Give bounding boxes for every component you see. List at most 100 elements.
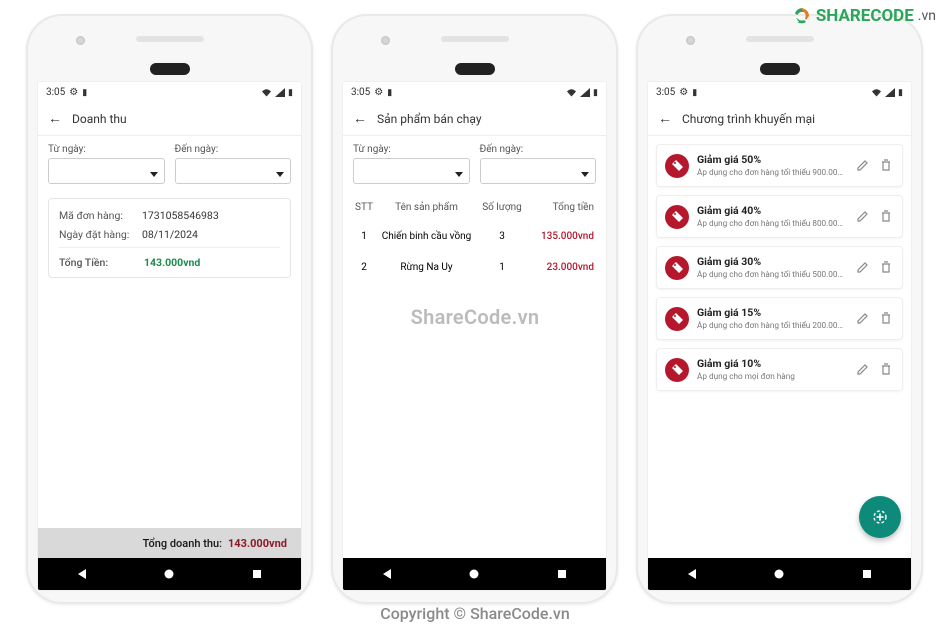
add-promo-fab[interactable] xyxy=(859,496,901,538)
nav-back-icon[interactable] xyxy=(381,568,393,580)
cell-qty: 1 xyxy=(476,262,528,273)
gear-icon xyxy=(679,87,688,98)
promo-item[interactable]: Giảm giá 15% Áp dụng cho đơn hàng tối th… xyxy=(656,297,903,340)
promo-list: Giảm giá 50% Áp dụng cho đơn hàng tối th… xyxy=(648,140,911,399)
cell-stt: 2 xyxy=(351,262,377,273)
edit-icon[interactable] xyxy=(854,209,870,225)
promo-subtitle: Áp dụng cho mọi đơn hàng xyxy=(697,372,846,382)
edit-icon[interactable] xyxy=(854,260,870,276)
to-date-label: Đến ngày: xyxy=(480,144,597,155)
nav-recent-icon[interactable] xyxy=(556,568,568,580)
gear-icon xyxy=(374,87,383,98)
cell-total: 135.000vnd xyxy=(528,231,598,242)
status-time: 3:05 xyxy=(351,87,370,98)
earpiece xyxy=(150,63,190,75)
back-icon[interactable]: ← xyxy=(353,112,367,126)
to-date-dropdown[interactable] xyxy=(175,158,292,184)
order-code-label: Mã đơn hàng: xyxy=(59,209,134,222)
tag-icon xyxy=(665,256,689,280)
delete-icon[interactable] xyxy=(878,260,894,276)
to-date-dropdown[interactable] xyxy=(480,158,597,184)
speaker-slit xyxy=(441,36,509,42)
status-time: 3:05 xyxy=(656,87,675,98)
total-revenue-value: 143.000vnd xyxy=(228,537,287,550)
chevron-down-icon xyxy=(276,162,284,181)
promo-subtitle: Áp dụng cho đơn hàng tối thiểu 500.000vn… xyxy=(697,270,846,280)
android-navbar xyxy=(648,558,911,590)
col-total: Tổng tiền xyxy=(528,202,598,213)
promo-title: Giảm giá 15% xyxy=(697,306,846,319)
page-title: Doanh thu xyxy=(72,112,127,126)
battery-small-icon xyxy=(692,87,697,98)
android-navbar xyxy=(38,558,301,590)
promo-item[interactable]: Giảm giá 30% Áp dụng cho đơn hàng tối th… xyxy=(656,246,903,289)
brand-name: SHARECODE xyxy=(816,6,914,26)
brand-suffix: .vn xyxy=(918,8,936,24)
col-qty: Số lượng xyxy=(476,202,528,213)
from-date-label: Từ ngày: xyxy=(48,144,165,155)
edit-icon[interactable] xyxy=(854,158,870,174)
order-date-label: Ngày đặt hàng: xyxy=(59,228,134,241)
sensor-dot xyxy=(686,36,695,45)
brand-watermark: SHARECODE.vn xyxy=(792,6,936,26)
promo-item[interactable]: Giảm giá 40% Áp dụng cho đơn hàng tối th… xyxy=(656,195,903,238)
page-title: Sản phẩm bán chạy xyxy=(377,112,482,126)
status-bar: 3:05 xyxy=(38,82,301,102)
delete-icon[interactable] xyxy=(878,311,894,327)
screen: 3:05 ← Sản phẩm bán chạy Từ ngày: xyxy=(343,82,606,590)
sensor-dot xyxy=(76,36,85,45)
col-name: Tên sản phẩm xyxy=(377,202,476,213)
from-date-dropdown[interactable] xyxy=(48,158,165,184)
nav-home-icon[interactable] xyxy=(773,568,785,580)
order-total: 143.000vnd xyxy=(144,256,200,269)
edit-icon[interactable] xyxy=(854,311,870,327)
products-table: STT Tên sản phẩm Số lượng Tổng tiền 1 Ch… xyxy=(343,194,606,283)
phone-revenue: 3:05 ← Doanh thu Từ ngày: xyxy=(26,14,313,604)
status-time: 3:05 xyxy=(46,87,65,98)
back-icon[interactable]: ← xyxy=(658,112,672,126)
date-filters: Từ ngày: Đến ngày: xyxy=(343,136,606,194)
page-title: Chương trình khuyến mại xyxy=(682,112,815,126)
order-total-label: Tổng Tiền: xyxy=(59,256,134,269)
from-date-dropdown[interactable] xyxy=(353,158,470,184)
speaker-slit xyxy=(746,36,814,42)
sensor-dot xyxy=(381,36,390,45)
earpiece xyxy=(760,63,800,75)
promo-title: Giảm giá 30% xyxy=(697,255,846,268)
promo-item[interactable]: Giảm giá 50% Áp dụng cho đơn hàng tối th… xyxy=(656,144,903,187)
nav-back-icon[interactable] xyxy=(76,568,88,580)
battery-icon xyxy=(593,87,598,98)
table-row: 2 Rừng Na Uy 1 23.000vnd xyxy=(351,252,598,283)
edit-icon[interactable] xyxy=(854,362,870,378)
tag-icon xyxy=(665,358,689,382)
watermark-copyright: Copyright © ShareCode.vn xyxy=(380,604,570,623)
status-bar: 3:05 xyxy=(648,82,911,102)
phone-bezel-top xyxy=(26,14,313,70)
nav-home-icon[interactable] xyxy=(468,568,480,580)
back-icon[interactable]: ← xyxy=(48,112,62,126)
battery-icon xyxy=(898,87,903,98)
nav-recent-icon[interactable] xyxy=(861,568,873,580)
date-filters: Từ ngày: Đến ngày: xyxy=(38,136,301,194)
delete-icon[interactable] xyxy=(878,158,894,174)
app-bar: ← Doanh thu xyxy=(38,102,301,136)
battery-small-icon xyxy=(82,87,87,98)
gear-icon xyxy=(69,87,78,98)
battery-icon xyxy=(288,87,293,98)
chevron-down-icon xyxy=(581,162,589,181)
cell-qty: 3 xyxy=(476,231,528,242)
order-date: 08/11/2024 xyxy=(142,228,198,241)
wifi-icon xyxy=(261,88,272,97)
signal-icon xyxy=(275,88,285,97)
promo-item[interactable]: Giảm giá 10% Áp dụng cho mọi đơn hàng xyxy=(656,348,903,391)
nav-recent-icon[interactable] xyxy=(251,568,263,580)
wifi-icon xyxy=(871,88,882,97)
signal-icon xyxy=(885,88,895,97)
nav-back-icon[interactable] xyxy=(686,568,698,580)
delete-icon[interactable] xyxy=(878,209,894,225)
watermark-center: ShareCode.vn xyxy=(411,305,540,329)
nav-home-icon[interactable] xyxy=(163,568,175,580)
chevron-down-icon xyxy=(150,162,158,181)
delete-icon[interactable] xyxy=(878,362,894,378)
from-date-label: Từ ngày: xyxy=(353,144,470,155)
